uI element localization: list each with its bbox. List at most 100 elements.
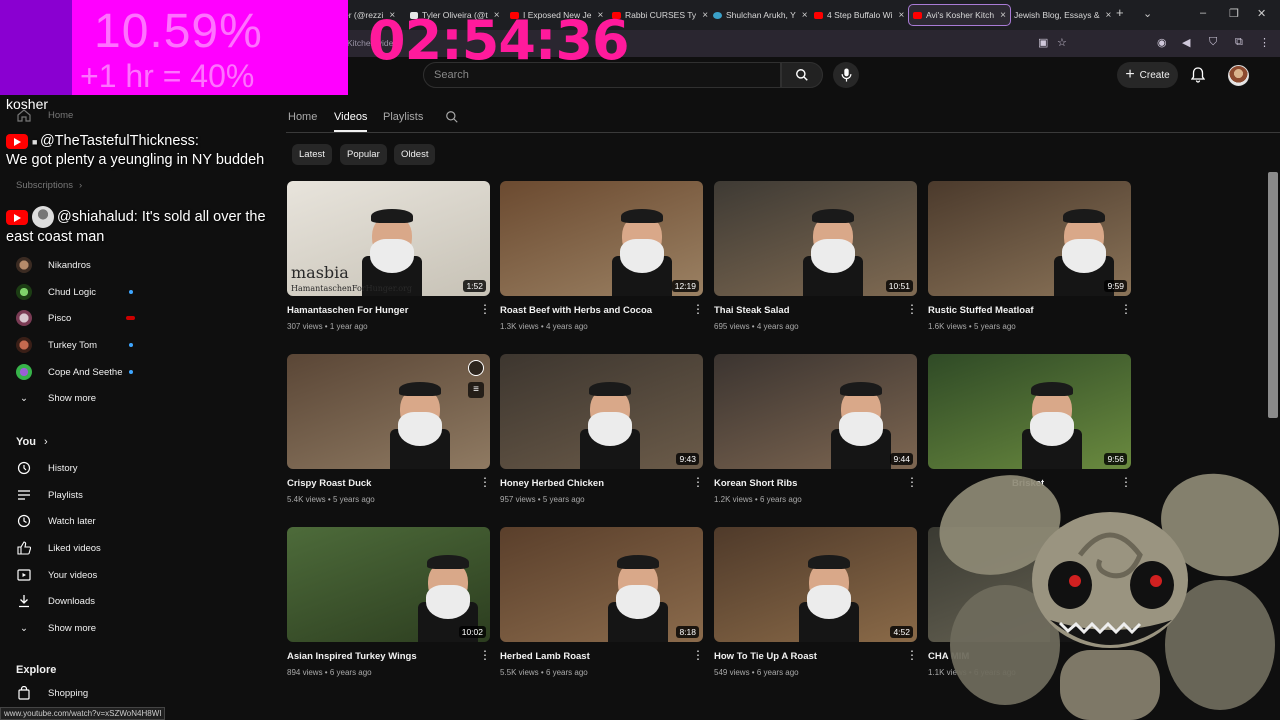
video-title[interactable]: Thai Steak Salad (714, 305, 790, 316)
speaker-icon[interactable]: ◀ (1182, 36, 1190, 49)
video-title[interactable]: Honey Herbed Chicken (500, 478, 604, 489)
chip-oldest[interactable]: Oldest (394, 144, 436, 165)
video-options-icon[interactable]: ⋮ (906, 476, 918, 488)
page-scrollbar[interactable] (1268, 172, 1278, 418)
video-title[interactable]: Hamantaschen For Hunger (287, 305, 408, 316)
video-options-icon[interactable]: ⋮ (479, 649, 491, 661)
watch-later-icon[interactable] (468, 360, 484, 376)
video-thumbnail[interactable]: 9:44 (714, 354, 917, 469)
thumbs-up-icon (16, 540, 32, 556)
video-duration: 9:43 (676, 453, 699, 465)
browser-tab[interactable]: 4 Step Buffalo Wi × (814, 4, 904, 26)
sidebar-item-watch-later[interactable]: Watch later (16, 510, 96, 532)
video-options-icon[interactable]: ⋮ (479, 476, 491, 488)
user-badge-icon: ■ (32, 137, 40, 147)
sidebar-item-shopping[interactable]: Shopping (16, 682, 88, 704)
close-icon[interactable]: × (1106, 10, 1112, 21)
sidebar-item-your-videos[interactable]: Your videos (16, 564, 97, 586)
subscription-item[interactable]: Pisco (16, 307, 71, 329)
browser-tab[interactable]: Shulchan Arukh, Y × (713, 4, 808, 26)
reader-mode-icon[interactable]: ▣ (1038, 36, 1048, 49)
video-options-icon[interactable]: ⋮ (692, 303, 704, 315)
video-title[interactable]: Herbed Lamb Roast (500, 651, 590, 662)
video-options-icon[interactable]: ⋮ (906, 303, 918, 315)
sidebar-item-label: Downloads (48, 595, 95, 607)
sidebar-item-downloads[interactable]: Downloads (16, 590, 95, 612)
video-thumbnail[interactable]: 4:52 (714, 527, 917, 642)
video-title[interactable]: Rustic Stuffed Meatloaf (928, 305, 1034, 316)
shield-icon[interactable]: ⛉ (1209, 36, 1217, 49)
sidebar-item-liked-videos[interactable]: Liked videos (16, 537, 101, 559)
microphone-icon (841, 68, 851, 82)
show-more-you[interactable]: ⌄ Show more (16, 617, 96, 639)
show-more-subscriptions[interactable]: ⌄ Show more (16, 387, 96, 409)
tab-videos[interactable]: Videos (334, 111, 367, 123)
subscription-name: Chud Logic (48, 286, 97, 298)
close-window-icon[interactable]: ✕ (1257, 7, 1266, 20)
channel-search-icon[interactable] (445, 110, 459, 124)
video-thumbnail[interactable]: 9:56 (928, 354, 1131, 469)
browser-tab-active[interactable]: Avi's Kosher Kitch × (908, 4, 1011, 26)
tab-home[interactable]: Home (288, 111, 317, 123)
voice-search-button[interactable] (833, 62, 859, 88)
chat-message: @shiahalud: It's sold all over the east … (6, 206, 276, 246)
tab-divider (286, 132, 1280, 133)
video-thumbnail[interactable]: masbia HamantaschenForHunger.org 1:52 (287, 181, 490, 296)
video-duration: 9:59 (1104, 280, 1127, 292)
extensions-icon[interactable]: ⧉ (1235, 36, 1243, 49)
subscription-item[interactable]: Turkey Tom (16, 334, 97, 356)
bookmark-star-icon[interactable]: ☆ (1057, 36, 1067, 49)
video-thumbnail[interactable]: 10:51 (714, 181, 917, 296)
video-title[interactable]: Crispy Roast Duck (287, 478, 371, 489)
youtube-icon (6, 133, 28, 149)
tab-list-icon[interactable]: ⌄ (1143, 7, 1152, 20)
close-icon[interactable]: × (702, 10, 708, 21)
sidebar-item-playlists[interactable]: Playlists (16, 484, 83, 506)
sidebar-item-history[interactable]: History (16, 457, 78, 479)
chip-popular[interactable]: Popular (340, 144, 387, 165)
video-title[interactable]: How To Tie Up A Roast (714, 651, 817, 662)
chevron-down-icon: ⌄ (20, 622, 28, 634)
browser-tab[interactable]: Jewish Blog, Essays & × (1014, 4, 1111, 26)
create-button[interactable]: + Create (1117, 62, 1178, 88)
video-options-icon[interactable]: ⋮ (1120, 303, 1132, 315)
video-options-icon[interactable]: ⋮ (479, 303, 491, 315)
close-icon[interactable]: × (899, 10, 905, 21)
channel-avatar (16, 337, 32, 353)
subscription-item[interactable]: Nikandros (16, 254, 91, 276)
close-icon[interactable]: × (1000, 10, 1006, 21)
playlists-icon (16, 487, 32, 503)
video-thumbnail[interactable]: 12:19 (500, 181, 703, 296)
video-thumbnail[interactable]: 10:02 (287, 527, 490, 642)
video-title[interactable]: Korean Short Ribs (714, 478, 797, 489)
search-button[interactable] (781, 62, 823, 88)
video-options-icon[interactable]: ⋮ (906, 649, 918, 661)
maximize-icon[interactable]: ❐ (1229, 7, 1239, 20)
close-icon[interactable]: × (802, 10, 808, 21)
video-title[interactable]: Asian Inspired Turkey Wings (287, 651, 417, 662)
video-options-icon[interactable]: ⋮ (692, 476, 704, 488)
notifications-bell-icon[interactable] (1191, 67, 1205, 83)
video-thumbnail[interactable]: 8:18 (500, 527, 703, 642)
account-avatar[interactable] (1228, 65, 1249, 86)
minimize-icon[interactable]: – (1200, 7, 1206, 19)
subscription-item[interactable]: Chud Logic (16, 281, 96, 303)
new-tab-icon[interactable]: + (1116, 5, 1124, 20)
goal-percent-overlay: 10.59% +1 hr = 40% (72, 0, 348, 95)
video-thumbnail[interactable]: 9:59 (928, 181, 1131, 296)
tab-playlists[interactable]: Playlists (383, 111, 423, 123)
video-thumbnail[interactable]: 9:43 (500, 354, 703, 469)
profile-icon[interactable]: ◉ (1157, 36, 1167, 49)
sidebar-section-you[interactable]: You › (16, 436, 48, 448)
add-to-queue-icon[interactable]: ≡ (468, 382, 484, 398)
upload-age: 6 years ago (545, 668, 588, 677)
video-options-icon[interactable]: ⋮ (692, 649, 704, 661)
video-thumbnail[interactable]: ≡ (287, 354, 490, 469)
sidebar-item-subscriptions[interactable]: Subscriptions › (16, 174, 82, 196)
browser-menu-icon[interactable]: ⋮ (1259, 36, 1270, 49)
stream-timer: 02:54:36 (368, 9, 630, 72)
chip-latest[interactable]: Latest (292, 144, 332, 165)
subscription-item[interactable]: Cope And Seethe (16, 361, 122, 383)
video-meta: 1.2K views • 6 years ago (714, 495, 802, 504)
video-title[interactable]: Roast Beef with Herbs and Cocoa (500, 305, 652, 316)
